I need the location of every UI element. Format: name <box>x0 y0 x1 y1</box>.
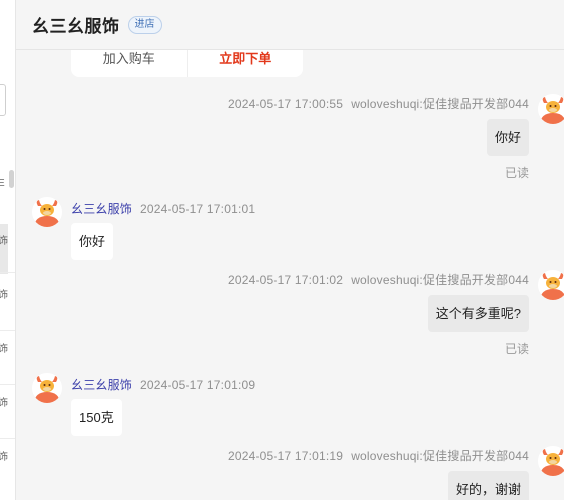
message-bubble-outgoing: 你好 <box>486 119 529 156</box>
read-status: 已读 <box>504 166 529 180</box>
message-meta: 幺三幺服饰 2024-05-17 17:01:09 <box>71 376 255 393</box>
enter-shop-button[interactable]: 进店 <box>127 15 162 34</box>
message-sender: woloveshuqi:促佳搜品开发部044 <box>351 97 529 111</box>
list-divider <box>0 384 15 385</box>
message-time: 2024-05-17 17:01:09 <box>140 378 256 392</box>
message-bubble-incoming: 150克 <box>71 399 122 436</box>
message-time: 2024-05-17 17:01:01 <box>140 202 256 216</box>
message-meta: 2024-05-17 17:01:19 woloveshuqi:促佳搜品开发部04… <box>228 447 529 464</box>
list-scrollbar[interactable] <box>9 170 14 188</box>
message-sender: woloveshuqi:促佳搜品开发部044 <box>351 449 529 463</box>
list-fragment-4: 饰 <box>0 340 8 355</box>
buy-now-button[interactable]: 立即下单 <box>188 50 304 77</box>
list-fragment-6: 饰 <box>0 448 8 463</box>
message-bubble-outgoing: 这个有多重呢? <box>427 295 529 332</box>
message-meta: 2024-05-17 17:01:02 woloveshuqi:促佳搜品开发部04… <box>228 271 529 288</box>
search-box-edge[interactable] <box>0 84 6 116</box>
read-status: 已读 <box>504 342 529 356</box>
conversation-list-edge: E 饰 饰 饰 饰 饰 <box>0 0 16 500</box>
message-time: 2024-05-17 17:01:02 <box>227 273 344 287</box>
list-fragment-5: 饰 <box>0 394 8 409</box>
message-sender: 幺三幺服饰 <box>71 378 133 392</box>
message-meta: 幺三幺服饰 2024-05-17 17:01:01 <box>71 200 255 217</box>
message-list[interactable]: 加入购车 立即下单 2024-05-17 17:00:55 woloveshuqi… <box>16 50 564 500</box>
list-divider <box>0 438 15 439</box>
message-time: 2024-05-17 17:01:19 <box>227 449 344 463</box>
message-bubble-outgoing: 好的，谢谢 <box>447 471 529 500</box>
shop-avatar-icon[interactable] <box>32 197 62 227</box>
message-time: 2024-05-17 17:00:55 <box>227 97 344 111</box>
user-avatar-icon[interactable] <box>538 94 564 124</box>
message-sender: woloveshuqi:促佳搜品开发部044 <box>351 273 529 287</box>
add-to-cart-button[interactable]: 加入购车 <box>71 50 188 77</box>
shop-name[interactable]: 幺三幺服饰 <box>32 12 120 37</box>
list-fragment-3: 饰 <box>0 286 8 301</box>
shop-avatar-icon[interactable] <box>32 373 62 403</box>
list-divider <box>0 330 15 331</box>
product-card: 加入购车 立即下单 <box>71 50 303 77</box>
chat-header: 幺三幺服饰 进店 <box>16 0 564 50</box>
list-divider <box>0 272 15 273</box>
message-bubble-incoming: 你好 <box>71 223 114 260</box>
user-avatar-icon[interactable] <box>538 270 564 300</box>
user-avatar-icon[interactable] <box>538 446 564 476</box>
message-meta: 2024-05-17 17:00:55 woloveshuqi:促佳搜品开发部04… <box>228 95 529 112</box>
list-fragment-1: E <box>0 178 5 189</box>
message-sender: 幺三幺服饰 <box>71 202 133 216</box>
list-fragment-2: 饰 <box>0 232 8 247</box>
